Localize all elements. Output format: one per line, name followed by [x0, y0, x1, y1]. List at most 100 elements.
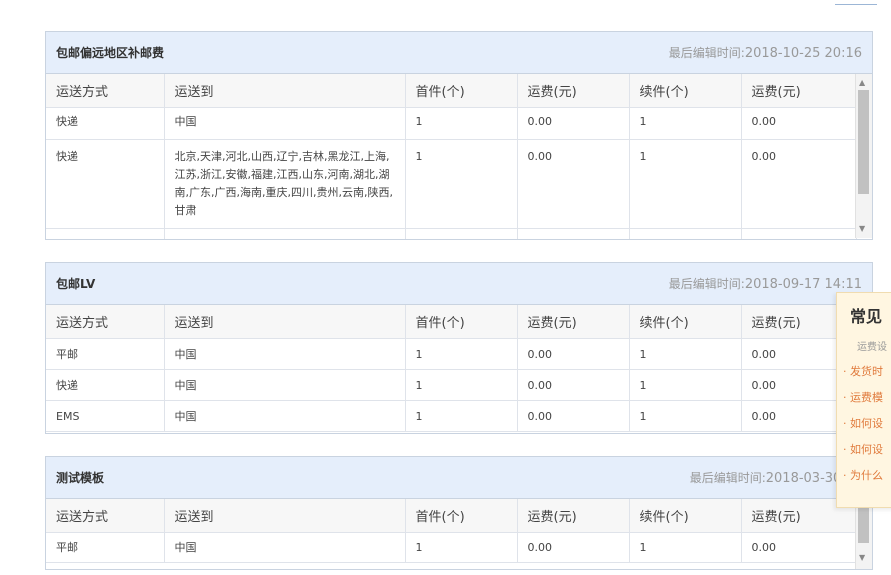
table-row: 平邮 中国 1 0.00 1 0.00	[46, 338, 857, 370]
faq-flyout: 常见 运费设 · 发货时 · 运费模 · 如何设 · 如何设 · 为什么	[836, 292, 891, 508]
cell-first-qty: 1	[405, 369, 518, 401]
rates-table: 运送方式 运送到 首件(个) 运费(元) 续件(个) 运费(元) 平邮 中国 1…	[46, 499, 857, 563]
template-title: 包邮偏远地区补邮费	[56, 46, 165, 60]
cell-extra-qty: 1	[629, 139, 742, 229]
cell-first-fee: 0.00	[517, 400, 630, 432]
cell-region: 中国	[164, 400, 406, 432]
cell-extra-fee: 0.00	[741, 139, 857, 229]
faq-link[interactable]: · 运费模	[837, 385, 891, 411]
shipping-template-panel: 包邮偏远地区补邮费 最后编辑时间:2018-10-25 20:16 运送方式 运…	[45, 31, 873, 240]
cell-first-fee: 0.00	[517, 338, 630, 370]
faq-link[interactable]: · 如何设	[837, 437, 891, 463]
col-header: 运送到	[164, 305, 406, 339]
shipping-template-panel: 测试模板 最后编辑时间:2018-03-30 15 运送方式 运送到 首件(个)…	[45, 456, 873, 570]
faq-link-text[interactable]: 如何设	[850, 443, 883, 456]
col-header: 运送方式	[46, 499, 165, 533]
cell-extra-fee: 0.00	[741, 228, 857, 239]
cell-method: 快递	[46, 107, 165, 140]
col-header: 运送到	[164, 74, 406, 108]
cell-first-fee: 15.00	[517, 228, 630, 239]
template-title: 包邮LV	[56, 277, 96, 291]
cell-first-qty: 1	[405, 400, 518, 432]
faq-link-text[interactable]: 发货时	[850, 365, 883, 378]
table-row: 快递 中国 1 0.00 1 0.00	[46, 369, 857, 401]
col-header: 续件(个)	[629, 74, 742, 108]
cell-method: 快递	[46, 139, 165, 229]
edit-time: 最后编辑时间:2018-10-25 20:16	[669, 44, 862, 61]
col-header: 首件(个)	[405, 74, 518, 108]
faq-link-text[interactable]: 为什么	[850, 469, 883, 482]
cell-first-qty: 1	[405, 228, 518, 239]
cell-first-fee: 0.00	[517, 139, 630, 229]
cell-method: 快递	[46, 369, 165, 401]
cell-region: 西藏,青海,新疆	[164, 228, 406, 239]
template-title: 测试模板	[56, 471, 105, 485]
faq-subtitle: 运费设	[857, 342, 887, 353]
panel-header: 包邮偏远地区补邮费 最后编辑时间:2018-10-25 20:16	[46, 32, 872, 74]
col-header: 续件(个)	[629, 499, 742, 533]
cell-first-fee: 0.00	[517, 107, 630, 140]
shipping-template-panel: 包邮LV 最后编辑时间:2018-09-17 14:11 运送方式 运送到 首件…	[45, 262, 873, 434]
edit-time-label: 最后编辑时间:	[668, 277, 745, 291]
table-scrollbar[interactable]: ▼	[855, 499, 872, 569]
cell-extra-qty: 1	[629, 532, 742, 563]
top-right-link[interactable]	[835, 0, 877, 5]
cell-extra-fee: 0.00	[741, 532, 857, 563]
cell-method: 平邮	[46, 532, 165, 563]
scroll-up-arrow-icon[interactable]: ▲	[859, 78, 865, 88]
rates-table: 运送方式 运送到 首件(个) 运费(元) 续件(个) 运费(元) 平邮 中国 1…	[46, 305, 857, 432]
cell-first-qty: 1	[405, 107, 518, 140]
table-row: 快递 西藏,青海,新疆 1 15.00 1 0.00	[46, 228, 857, 239]
cell-extra-fee: 0.00	[741, 107, 857, 140]
table-row: 快递 北京,天津,河北,山西,辽宁,吉林,黑龙江,上海,江苏,浙江,安徽,福建,…	[46, 139, 857, 229]
scrollbar-thumb[interactable]	[858, 90, 869, 194]
panel-header: 测试模板 最后编辑时间:2018-03-30 15	[46, 457, 872, 499]
cell-first-qty: 1	[405, 139, 518, 229]
scroll-down-arrow-icon[interactable]: ▼	[859, 553, 865, 563]
cell-extra-qty: 1	[629, 228, 742, 239]
edit-time-label: 最后编辑时间:	[689, 471, 766, 485]
scroll-down-arrow-icon[interactable]: ▼	[859, 224, 865, 234]
col-header: 运送方式	[46, 305, 165, 339]
table-row: EMS 中国 1 0.00 1 0.00	[46, 400, 857, 432]
faq-link[interactable]: · 如何设	[837, 411, 891, 437]
cell-region: 中国	[164, 369, 406, 401]
col-header: 运费(元)	[517, 305, 630, 339]
faq-title: 常见	[850, 307, 883, 326]
edit-time-value: 2018-10-25 20:16	[744, 46, 862, 61]
col-header: 运费(元)	[741, 74, 857, 108]
faq-link[interactable]: · 发货时	[837, 359, 891, 385]
col-header: 运费(元)	[517, 499, 630, 533]
col-header: 运送到	[164, 499, 406, 533]
edit-time-value: 2018-09-17 14:11	[744, 277, 862, 292]
cell-region: 中国	[164, 107, 406, 140]
edit-time-label: 最后编辑时间:	[668, 46, 745, 60]
cell-first-qty: 1	[405, 338, 518, 370]
table-scrollbar[interactable]: ▲ ▼	[855, 74, 872, 238]
cell-first-fee: 0.00	[517, 532, 630, 563]
cell-region: 北京,天津,河北,山西,辽宁,吉林,黑龙江,上海,江苏,浙江,安徽,福建,江西,…	[164, 139, 406, 229]
cell-method: 平邮	[46, 338, 165, 370]
col-header: 首件(个)	[405, 305, 518, 339]
col-header: 运送方式	[46, 74, 165, 108]
faq-link[interactable]: · 为什么	[837, 463, 891, 489]
rates-table: 运送方式 运送到 首件(个) 运费(元) 续件(个) 运费(元) 快递 中国 1…	[46, 74, 857, 239]
col-header: 续件(个)	[629, 305, 742, 339]
cell-first-fee: 0.00	[517, 369, 630, 401]
table-row: 平邮 中国 1 0.00 1 0.00	[46, 532, 857, 563]
col-header: 首件(个)	[405, 499, 518, 533]
cell-extra-qty: 1	[629, 400, 742, 432]
cell-region: 中国	[164, 338, 406, 370]
panel-header: 包邮LV 最后编辑时间:2018-09-17 14:11	[46, 263, 872, 305]
cell-extra-qty: 1	[629, 338, 742, 370]
cell-first-qty: 1	[405, 532, 518, 563]
cell-method: 快递	[46, 228, 165, 239]
faq-link-text[interactable]: 运费模	[850, 391, 883, 404]
cell-extra-qty: 1	[629, 107, 742, 140]
table-row: 快递 中国 1 0.00 1 0.00	[46, 107, 857, 140]
col-header: 运费(元)	[517, 74, 630, 108]
cell-extra-qty: 1	[629, 369, 742, 401]
faq-link-text[interactable]: 如何设	[850, 417, 883, 430]
cell-method: EMS	[46, 400, 165, 432]
edit-time: 最后编辑时间:2018-09-17 14:11	[669, 275, 862, 292]
